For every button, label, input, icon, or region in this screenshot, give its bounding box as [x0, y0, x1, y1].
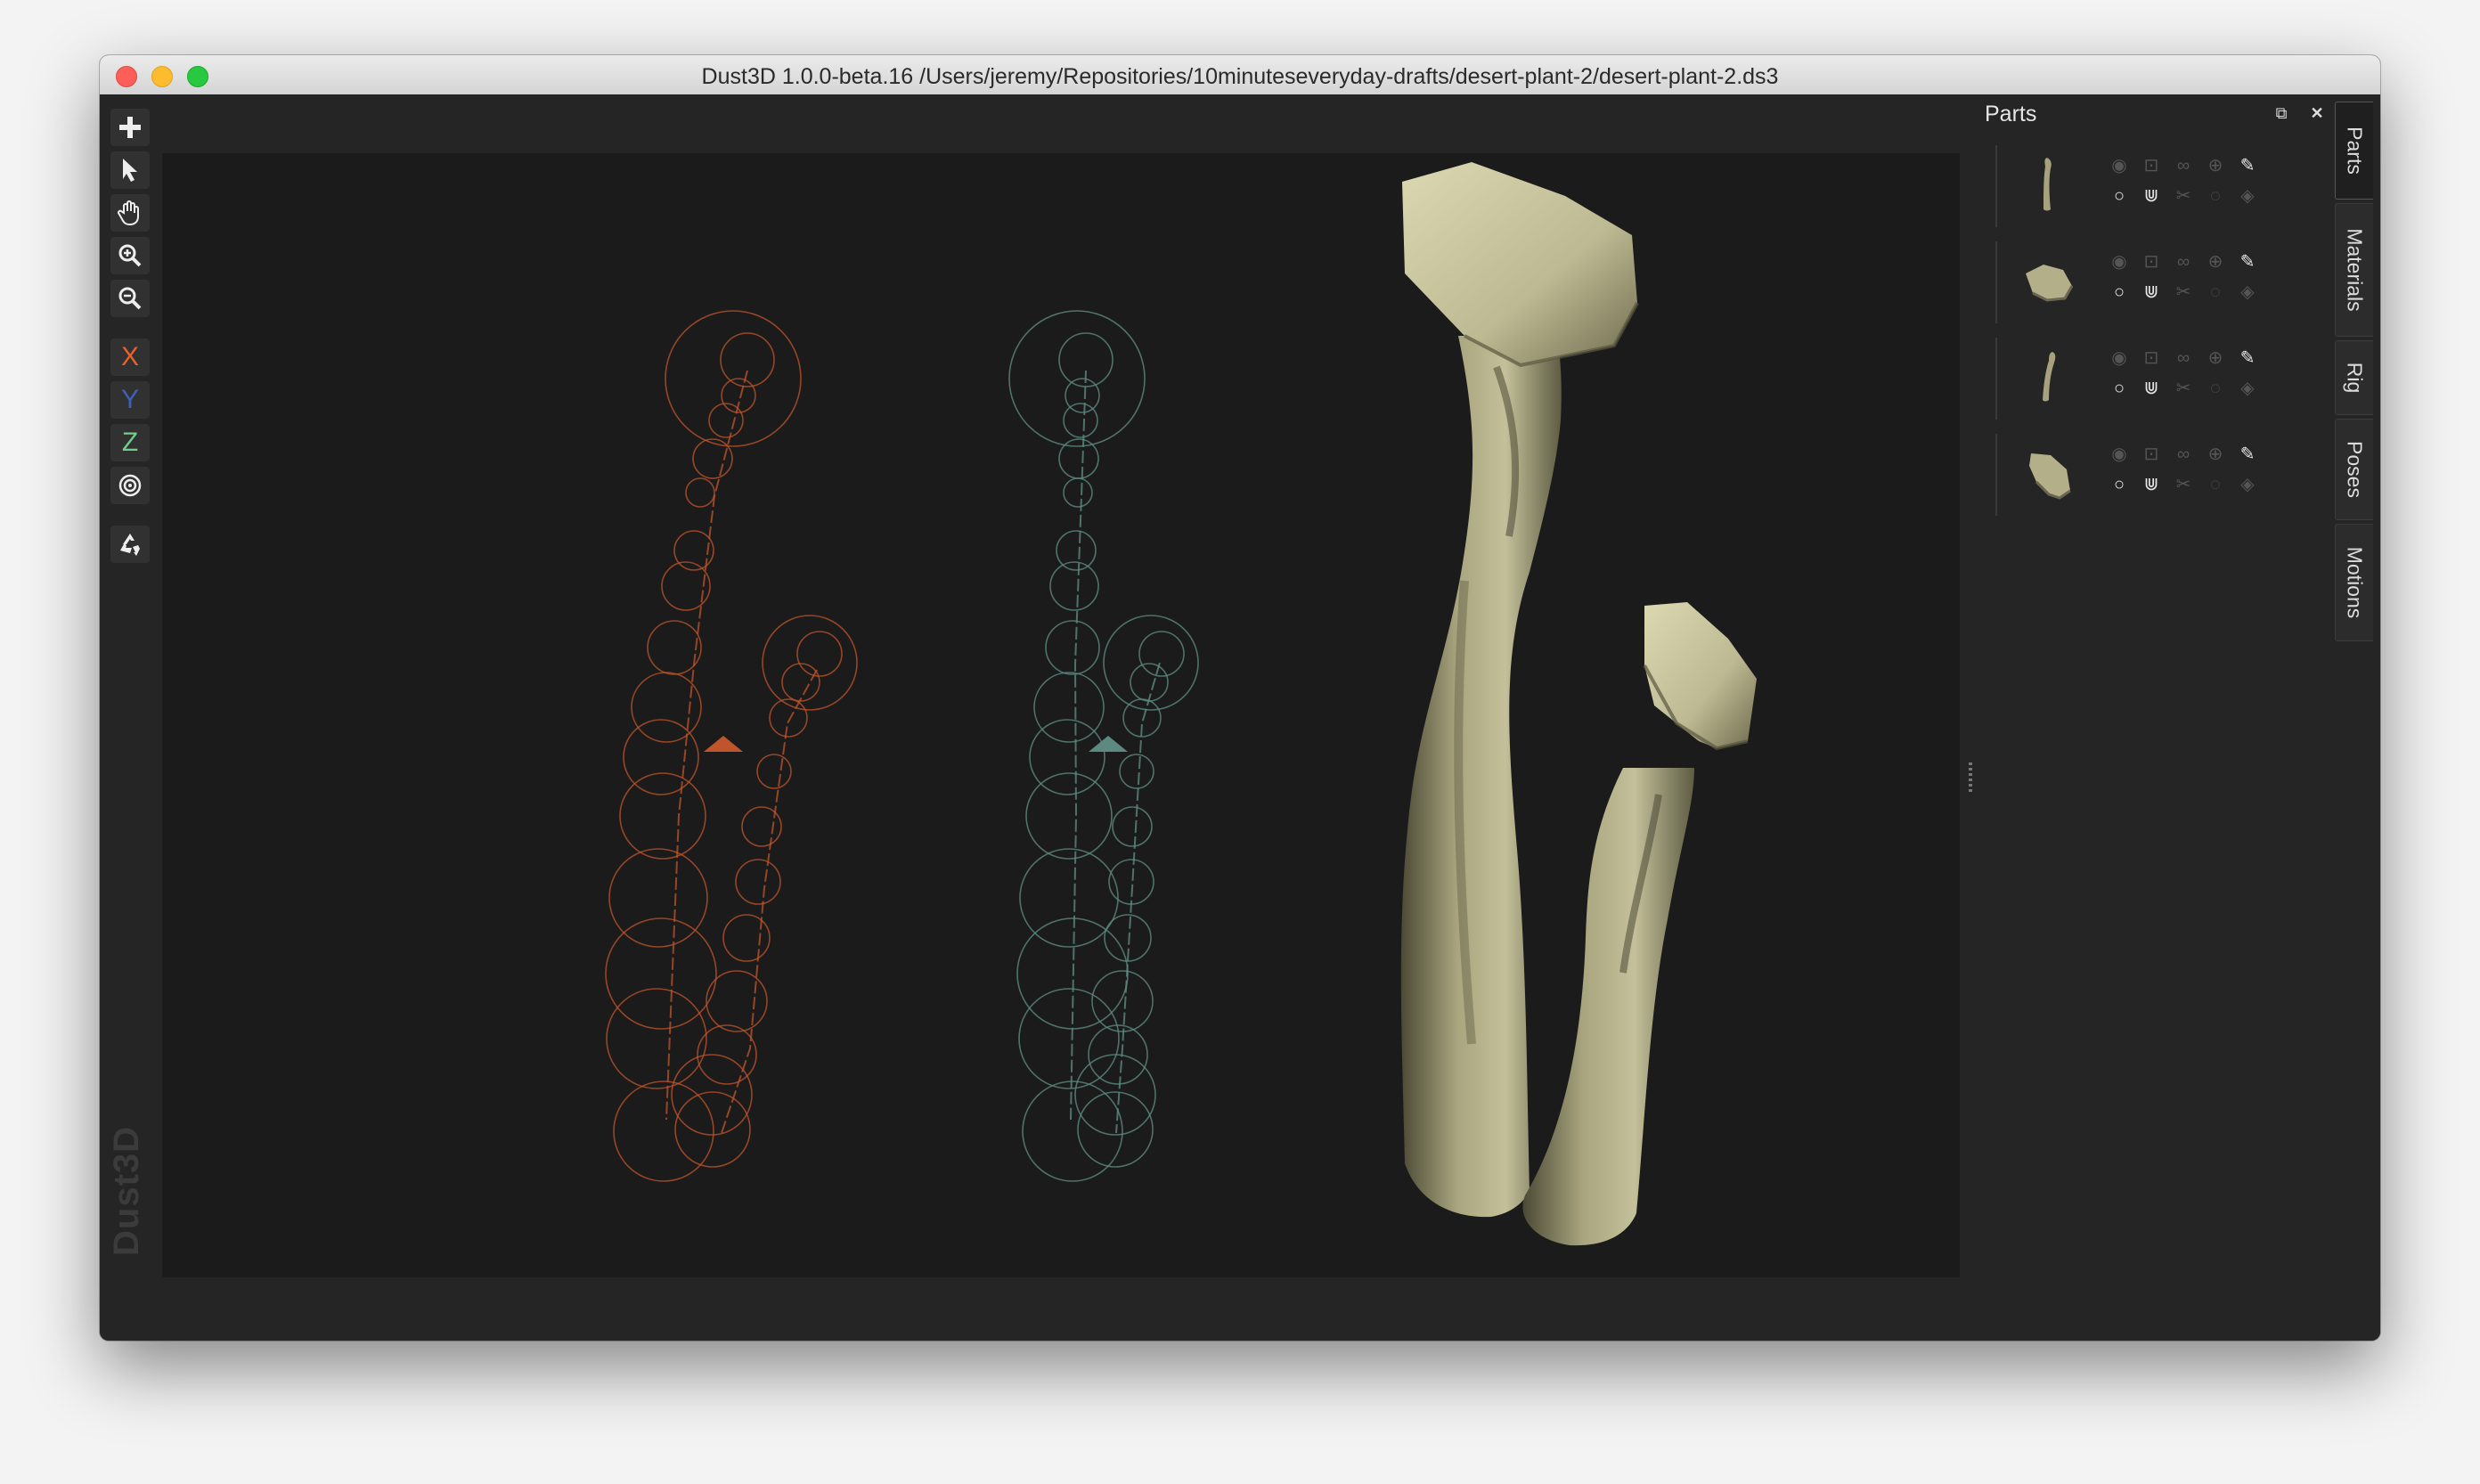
select-tool-button[interactable] [110, 151, 150, 189]
target-icon [118, 474, 142, 497]
zoom-out-icon [118, 287, 142, 310]
dashed-circle-icon[interactable]: ◌ [2204, 473, 2227, 496]
zoom-out-button[interactable] [110, 280, 150, 317]
link-icon[interactable]: ∞ [2172, 250, 2195, 273]
dust3d-logo: Dust3D [107, 1125, 146, 1256]
tab-label: Motions [2343, 546, 2367, 619]
regenerate-button[interactable] [110, 526, 150, 563]
front-view-origin-marker [704, 736, 743, 752]
eye-icon[interactable]: ◉ [2108, 443, 2131, 466]
circle-icon[interactable]: ○ [2108, 281, 2131, 304]
zoom-in-button[interactable] [110, 237, 150, 274]
stem-thumbnail [2044, 158, 2052, 211]
part-controls: ◉ ⊡ ∞ ⊕ ✎ ○ ⋓ ✂ ◌ ◈ [2108, 347, 2286, 409]
magnet-icon[interactable]: ⋓ [2140, 281, 2163, 304]
x-axis-lock-button[interactable]: X [110, 338, 150, 376]
part-item[interactable]: ◉ ⊡ ∞ ⊕ ✎ ○ ⋓ ✂ ◌ ◈ [1995, 145, 2316, 227]
sketch-viewport[interactable] [162, 153, 1960, 1277]
eyedropper-icon[interactable]: ✎ [2236, 154, 2259, 177]
head-thumbnail [2029, 453, 2071, 500]
tab-label: Materials [2343, 228, 2367, 312]
eyedropper-icon[interactable]: ✎ [2236, 443, 2259, 466]
head-thumbnail [2026, 265, 2074, 302]
lock-icon[interactable]: ⊡ [2140, 250, 2163, 273]
part-item[interactable]: ◉ ⊡ ∞ ⊕ ✎ ○ ⋓ ✂ ◌ ◈ [1995, 241, 2316, 323]
magnet-icon[interactable]: ⋓ [2140, 377, 2163, 400]
stem-thumbnail [2043, 352, 2056, 402]
eyedropper-icon[interactable]: ✎ [2236, 347, 2259, 370]
part-item[interactable]: ◉ ⊡ ∞ ⊕ ✎ ○ ⋓ ✂ ◌ ◈ [1995, 338, 2316, 420]
part-controls: ◉ ⊡ ∞ ⊕ ✎ ○ ⋓ ✂ ◌ ◈ [2108, 154, 2286, 216]
magnet-icon[interactable]: ⋓ [2140, 473, 2163, 496]
part-controls: ◉ ⊡ ∞ ⊕ ✎ ○ ⋓ ✂ ◌ ◈ [2108, 250, 2286, 313]
float-window-icon[interactable]: ⧉ [2272, 103, 2291, 123]
eye-icon[interactable]: ◉ [2108, 347, 2131, 370]
scissors-icon[interactable]: ✂ [2172, 377, 2195, 400]
recycle-icon [120, 534, 140, 556]
parts-panel: Parts ⧉ ✕ ◉ ⊡ ∞ ⊕ ✎ ○ ⋓ ✂ ◌ ◈ ◉ ⊡ ∞ ⊕ ✎ … [1978, 94, 2329, 1341]
eyedropper-icon[interactable]: ✎ [2236, 250, 2259, 273]
window-title: Dust3D 1.0.0-beta.16 /Users/jeremy/Repos… [701, 64, 1779, 89]
add-tool-button[interactable] [110, 109, 150, 146]
lock-icon[interactable]: ⊡ [2140, 154, 2163, 177]
scissors-icon[interactable]: ✂ [2172, 281, 2195, 304]
parts-panel-title: Parts [1985, 102, 2037, 126]
magnet-icon[interactable]: ⋓ [2140, 184, 2163, 208]
globe-icon[interactable]: ⊕ [2204, 154, 2227, 177]
model-canvas[interactable] [162, 153, 1960, 1277]
radius-lock-button[interactable] [110, 467, 150, 504]
drag-tool-button[interactable] [110, 194, 150, 232]
y-axis-lock-button[interactable]: Y [110, 381, 150, 419]
hand-icon [118, 200, 139, 226]
eye-icon[interactable]: ◉ [2108, 250, 2131, 273]
tree-line [1995, 145, 1997, 227]
tree-line [1995, 338, 1997, 420]
tree-line [1995, 241, 1997, 323]
tab-poses[interactable]: Poses [2335, 419, 2373, 520]
part-item[interactable]: ◉ ⊡ ∞ ⊕ ✎ ○ ⋓ ✂ ◌ ◈ [1995, 434, 2316, 516]
link-icon[interactable]: ∞ [2172, 154, 2195, 177]
link-icon[interactable]: ∞ [2172, 443, 2195, 466]
tag-icon[interactable]: ◈ [2236, 473, 2259, 496]
eye-icon[interactable]: ◉ [2108, 154, 2131, 177]
mesh-preview [1400, 162, 1757, 1246]
tab-motions[interactable]: Motions [2335, 524, 2373, 641]
title-bar: Dust3D 1.0.0-beta.16 /Users/jeremy/Repos… [100, 55, 2380, 95]
circle-icon[interactable]: ○ [2108, 473, 2131, 496]
circle-icon[interactable]: ○ [2108, 184, 2131, 208]
panel-splitter[interactable] [1969, 762, 1972, 793]
tag-icon[interactable]: ◈ [2236, 184, 2259, 208]
plus-icon [119, 117, 141, 138]
lock-icon[interactable]: ⊡ [2140, 347, 2163, 370]
zoom-in-icon [118, 244, 142, 267]
main-content: X Y Z Dust3D Parts ⧉ ✕ ◉ ⊡ ∞ ⊕ ✎ ○ ⋓ ✂ ◌… [100, 94, 2380, 1341]
side-view-origin-marker [1089, 736, 1128, 752]
dashed-circle-icon[interactable]: ◌ [2204, 377, 2227, 400]
tree-line [1995, 434, 1997, 516]
app-window: Dust3D 1.0.0-beta.16 /Users/jeremy/Repos… [100, 55, 2380, 1341]
tab-rig[interactable]: Rig [2335, 340, 2373, 415]
link-icon[interactable]: ∞ [2172, 347, 2195, 370]
lock-icon[interactable]: ⊡ [2140, 443, 2163, 466]
scissors-icon[interactable]: ✂ [2172, 184, 2195, 208]
dashed-circle-icon[interactable]: ◌ [2204, 184, 2227, 208]
globe-icon[interactable]: ⊕ [2204, 250, 2227, 273]
side-tab-bar: Parts Materials Rig Poses Motions [2329, 94, 2380, 1341]
globe-icon[interactable]: ⊕ [2204, 347, 2227, 370]
tag-icon[interactable]: ◈ [2236, 281, 2259, 304]
tab-parts[interactable]: Parts [2335, 102, 2373, 200]
circle-icon[interactable]: ○ [2108, 377, 2131, 400]
tab-materials[interactable]: Materials [2335, 203, 2373, 337]
tag-icon[interactable]: ◈ [2236, 377, 2259, 400]
part-controls: ◉ ⊡ ∞ ⊕ ✎ ○ ⋓ ✂ ◌ ◈ [2108, 443, 2286, 505]
globe-icon[interactable]: ⊕ [2204, 443, 2227, 466]
tab-label: Poses [2343, 441, 2367, 498]
dashed-circle-icon[interactable]: ◌ [2204, 281, 2227, 304]
tab-label: Parts [2343, 126, 2367, 175]
pointer-icon [123, 159, 137, 182]
tab-label: Rig [2343, 362, 2367, 394]
z-axis-lock-button[interactable]: Z [110, 424, 150, 461]
close-icon[interactable]: ✕ [2307, 103, 2327, 123]
scissors-icon[interactable]: ✂ [2172, 473, 2195, 496]
